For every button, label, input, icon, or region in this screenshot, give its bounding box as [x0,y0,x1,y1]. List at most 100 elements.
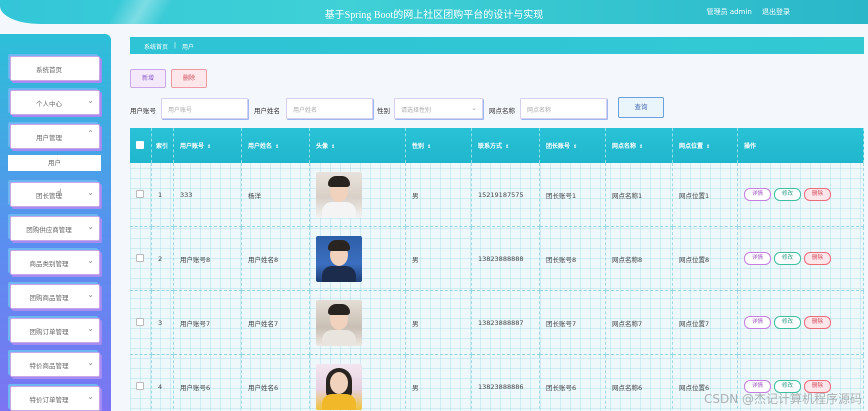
sidebar-item-special-goods-mgmt[interactable]: 特价商品管理 ⌄ [10,352,100,377]
header-label: 联系方式 [478,143,503,150]
row-delete-button[interactable]: 删除 [804,316,831,329]
sidebar-item-label: 特价商品管理 [29,362,69,370]
header-index: 索引 [151,128,174,163]
header-site[interactable]: 网点名称 ⇕ [605,128,673,163]
cell-name: 用户姓名7 [241,290,310,355]
breadcrumb-home[interactable]: 系统首页 [144,42,168,51]
sidebar-item-special-order-mgmt[interactable]: 特价订单管理 ⌄ [10,386,100,411]
header-label: 性别 [412,143,425,150]
header-label: 头像 [316,143,329,150]
cell-leader: 团长账号8 [539,226,606,291]
cell-avatar [309,226,406,291]
chevron-down-icon: ⌄ [87,256,94,265]
header-gender[interactable]: 性别 ⇕ [405,128,472,163]
cell-phone: 15219187575 [471,163,540,227]
site-placeholder: 网点名称 [527,107,552,114]
header-phone[interactable]: 联系方式 ⇕ [471,128,540,163]
edit-button[interactable]: 修改 [774,316,801,329]
cell-site: 网点名称1 [605,163,673,227]
row-checkbox[interactable] [136,253,144,262]
watermark: CSDN @杰记计算机程序源码 [703,392,862,406]
cell-leader: 团长账号1 [539,163,606,227]
delete-button[interactable]: 删除 [171,69,207,88]
row-select-cell[interactable] [130,290,152,355]
account-placeholder: 用户账号 [168,107,193,114]
detail-button[interactable]: 详情 [744,188,771,201]
edit-button[interactable]: 修改 [774,252,801,265]
sidebar-item-group-goods-mgmt[interactable]: 团购商品管理 ⌄ [10,284,100,309]
cell-phone: 13823888887 [471,290,540,355]
sidebar-item-category-mgmt[interactable]: 商品类别管理 ⌄ [10,250,100,275]
name-label: 用户姓名 [254,107,280,115]
cell-phone: 13823888888 [471,226,540,291]
table-row: 1 333 杨洋 男 15219187575 团长账号1 网点名称1 网点位置1… [130,163,864,227]
row-delete-button[interactable]: 删除 [804,188,831,201]
sort-icon: ⇕ [706,144,711,150]
sidebar-subitem-user[interactable]: 用户 [8,155,101,171]
avatar [316,363,362,410]
gender-select[interactable]: 请选择性别 ⌄ [394,98,483,119]
sidebar-item-label: 用户管理 [36,134,62,142]
cell-name: 杨洋 [241,163,310,227]
avatar [316,235,362,282]
row-checkbox[interactable] [136,317,144,326]
add-button[interactable]: 新增 [130,69,166,88]
logout-link[interactable]: 退出登录 [762,8,790,16]
breadcrumb-current: 用户 [182,44,195,51]
query-button[interactable]: 查询 [618,97,664,118]
avatar [316,171,362,218]
table-row: 2 用户账号8 用户姓名8 男 13823888888 团长账号8 网点名称8 … [130,226,864,291]
cell-site: 网点名称8 [605,226,673,291]
sidebar-item-profile[interactable]: 个人中心 ⌄ [10,90,100,115]
header-label: 网点名称 [612,143,637,150]
cell-gender: 男 [405,354,472,411]
sort-icon: ⇕ [275,144,280,150]
sidebar-item-group-order-mgmt[interactable]: 团购订单管理 ⌄ [10,318,100,343]
cell-actions: 详情 修改 删除 [737,290,864,355]
sidebar-item-supplier-mgmt[interactable]: 团购供应商管理 ⌄ [10,216,100,241]
header-name[interactable]: 用户姓名 ⇕ [241,128,310,163]
detail-button[interactable]: 详情 [744,252,771,265]
header-label: 用户姓名 [248,143,273,150]
mouse-cursor-icon: ☝ [56,188,63,199]
row-select-cell[interactable] [130,354,152,411]
user-table: 索引 用户账号 ⇕ 用户姓名 ⇕ 头像 ⇕ 性别 ⇕ 联系方式 ⇕ 团长账号 ⇕ 网点名称 ⇕… [130,128,864,411]
header-account[interactable]: 用户账号 ⇕ [173,128,242,163]
header-leader[interactable]: 团长账号 ⇕ [539,128,606,163]
site-search-input[interactable]: 网点名称 [520,98,607,119]
cell-account: 用户账号7 [173,290,242,355]
cell-location: 网点位置8 [672,226,738,291]
header-avatar[interactable]: 头像 ⇕ [309,128,406,163]
sort-icon: ⇕ [639,144,644,150]
table-row: 3 用户账号7 用户姓名7 男 13823888887 团长账号7 网点名称7 … [130,290,864,355]
sort-icon: ⇕ [505,144,510,150]
avatar [316,299,362,346]
select-all-header[interactable] [130,128,152,163]
sidebar-item-label: 商品类别管理 [29,260,69,268]
row-select-cell[interactable] [130,226,152,291]
name-search-input[interactable]: 用户姓名 [286,98,373,119]
sidebar-item-label: 个人中心 [36,100,62,108]
gender-label: 性别 [377,107,390,115]
detail-button[interactable]: 详情 [744,316,771,329]
chevron-down-icon: ⌄ [87,324,94,333]
sort-icon: ⇕ [207,144,212,150]
cell-account: 用户账号8 [173,226,242,291]
chevron-down-icon: ⌄ [87,222,94,231]
sidebar-item-label: 团购商品管理 [29,294,69,302]
row-checkbox[interactable] [136,189,144,198]
header-location[interactable]: 网点位置 ⇕ [672,128,738,163]
sidebar-item-leader-mgmt[interactable]: 团长管理 ⌄ [10,182,100,207]
cell-name: 用户姓名6 [241,354,310,411]
edit-button[interactable]: 修改 [774,188,801,201]
select-all-checkbox[interactable] [136,140,144,149]
account-label: 用户账号 [130,107,156,115]
account-search-input[interactable]: 用户账号 [161,98,248,119]
row-delete-button[interactable]: 删除 [804,252,831,265]
cell-site: 网点名称7 [605,290,673,355]
sidebar-item-user-mgmt[interactable]: 用户管理 ⌃ [10,124,100,149]
row-select-cell[interactable] [130,163,152,227]
sidebar-item-home[interactable]: 系统首页 [10,56,100,81]
row-checkbox[interactable] [136,381,144,390]
cell-index: 2 [151,226,174,291]
